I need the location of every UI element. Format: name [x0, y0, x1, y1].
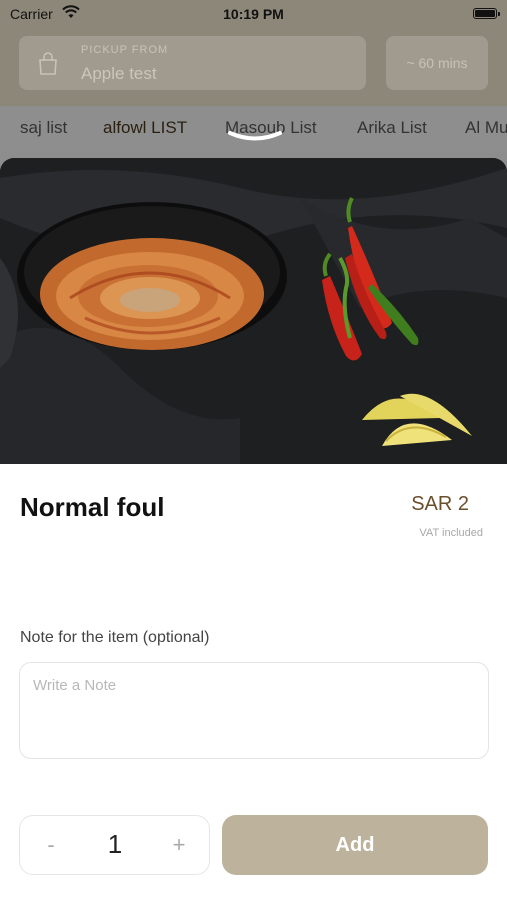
increase-quantity-button[interactable]: + — [164, 830, 194, 860]
shopping-bag-icon — [39, 52, 57, 75]
tab-arika-list[interactable]: Arika List — [357, 118, 427, 138]
pickup-selector[interactable]: PICKUP FROM Apple test — [19, 36, 366, 90]
chevron-down-icon[interactable] — [226, 128, 284, 144]
vat-note: VAT included — [419, 527, 483, 539]
tab-al-mu[interactable]: Al Mu — [465, 118, 507, 138]
time-estimate-box[interactable]: ~ 60 mins — [386, 36, 488, 90]
tab-alfowl-list[interactable]: alfowl LIST — [103, 118, 187, 138]
item-name: Normal foul — [20, 492, 165, 522]
pickup-location: Apple test — [81, 64, 157, 83]
status-bar: Carrier 10:19 PM — [0, 0, 507, 28]
item-sheet: Normal foul SAR 2 VAT included Note for … — [0, 158, 507, 900]
item-price: SAR 2 — [411, 493, 469, 515]
quantity-stepper: - 1 + — [19, 815, 210, 875]
decrease-quantity-button[interactable]: - — [36, 830, 66, 860]
time-estimate: ~ 60 mins — [406, 55, 468, 71]
clock: 10:19 PM — [223, 6, 284, 22]
add-button[interactable]: Add — [222, 815, 488, 875]
tab-saj-list[interactable]: saj list — [20, 118, 67, 138]
header: PICKUP FROM Apple test ~ 60 mins — [0, 28, 507, 106]
pickup-label: PICKUP FROM — [81, 44, 169, 56]
note-label: Note for the item (optional) — [20, 629, 210, 646]
battery-icon — [473, 8, 500, 19]
quantity-value: 1 — [107, 829, 123, 859]
note-input[interactable] — [19, 662, 489, 759]
food-image — [0, 158, 507, 464]
